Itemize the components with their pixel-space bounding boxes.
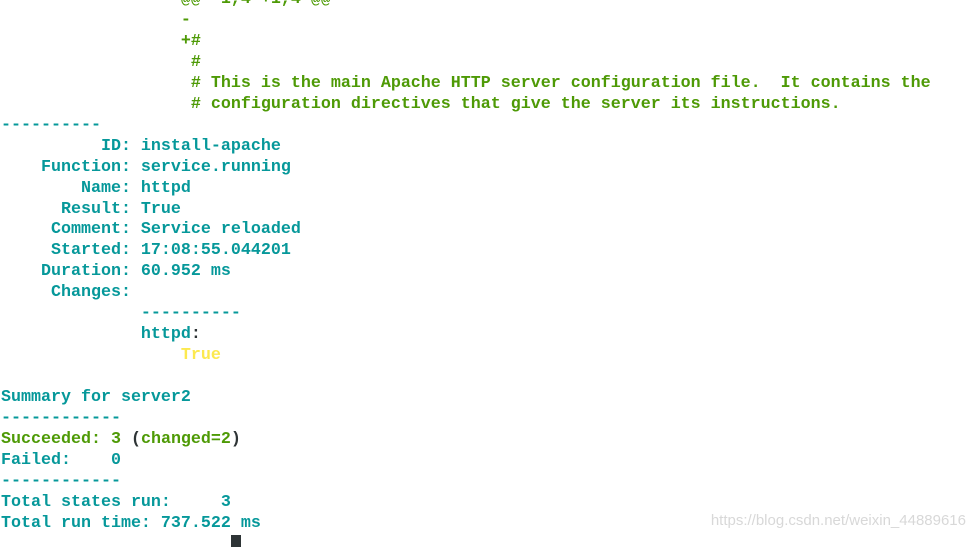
terminal-text-segment: Failed: 0 <box>1 450 121 470</box>
terminal-text-segment: Result: True <box>1 199 181 219</box>
terminal-line: Changes: <box>1 283 931 304</box>
terminal-text-segment: True <box>1 346 221 366</box>
terminal-line: ------------ <box>1 409 931 430</box>
terminal-line: True <box>1 346 931 367</box>
terminal-text-segment: Succeeded: 3 <box>1 430 131 450</box>
terminal-cursor <box>231 535 241 547</box>
terminal-line: Name: httpd <box>1 179 931 200</box>
terminal-text-segment: ID: install-apache <box>1 136 281 156</box>
terminal-text-segment: changed=2 <box>140 430 231 450</box>
terminal-text-segment: ---------- <box>1 115 101 135</box>
terminal-line: ---------- <box>1 304 931 325</box>
terminal-line: +# <box>1 32 931 53</box>
terminal-text-segment: Started: 17:08:55.044201 <box>1 241 291 261</box>
terminal-text-segment: : <box>190 325 201 345</box>
terminal-text-segment: httpd <box>1 325 191 345</box>
terminal-output[interactable]: @@ -1,4 +1,4 @@ - +# # # This is the mai… <box>1 0 931 535</box>
terminal-text-segment: ------------ <box>1 471 121 491</box>
terminal-line: httpd: <box>1 325 931 346</box>
terminal-line: Succeeded: 3 (changed=2) <box>1 430 931 451</box>
terminal-text-segment: @@ -1,4 +1,4 @@ <box>1 0 331 9</box>
terminal-line: Total states run: 3 <box>1 493 931 514</box>
terminal-text-segment: Total run time: 737.522 ms <box>1 513 261 533</box>
terminal-text-segment: ) <box>230 430 241 450</box>
terminal-text-segment: Summary for server2 <box>1 388 191 408</box>
terminal-text-segment: Changes: <box>1 283 131 303</box>
terminal-line: Started: 17:08:55.044201 <box>1 241 931 262</box>
terminal-text-segment: # <box>1 52 201 72</box>
terminal-line: Comment: Service reloaded <box>1 220 931 241</box>
terminal-line: Function: service.running <box>1 158 931 179</box>
terminal-text-segment: ( <box>130 430 141 450</box>
terminal-line: # This is the main Apache HTTP server co… <box>1 74 931 95</box>
terminal-text-segment: ------------ <box>1 409 121 429</box>
terminal-line: @@ -1,4 +1,4 @@ <box>1 0 931 11</box>
terminal-text-segment: # This is the main Apache HTTP server co… <box>1 73 931 93</box>
terminal-line: ---------- <box>1 116 931 137</box>
terminal-line: Failed: 0 <box>1 451 931 472</box>
terminal-text-segment: Name: httpd <box>1 178 191 198</box>
terminal-text-segment: Total states run: 3 <box>1 492 231 512</box>
terminal-text-segment: +# <box>1 31 201 51</box>
terminal-text-segment: Function: service.running <box>1 157 291 177</box>
watermark: https://blog.csdn.net/weixin_44889616 <box>710 512 966 529</box>
terminal-text-segment: Comment: Service reloaded <box>1 220 301 240</box>
terminal-line: Result: True <box>1 200 931 221</box>
terminal-line: # <box>1 53 931 74</box>
terminal-line: # configuration directives that give the… <box>1 95 931 116</box>
terminal-text-segment: Duration: 60.952 ms <box>1 262 231 282</box>
terminal-text-segment: - <box>1 10 191 30</box>
terminal-line: Summary for server2 <box>1 388 931 409</box>
terminal-line: Duration: 60.952 ms <box>1 262 931 283</box>
terminal-text-segment: ---------- <box>1 304 241 324</box>
terminal-line: - <box>1 11 931 32</box>
terminal-line: ID: install-apache <box>1 137 931 158</box>
terminal-text-segment: # configuration directives that give the… <box>1 94 841 114</box>
terminal-line: ------------ <box>1 472 931 493</box>
